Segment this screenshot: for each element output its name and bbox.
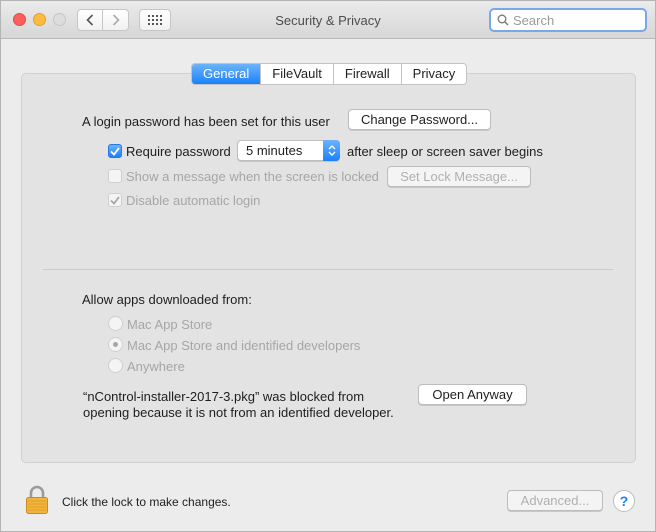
- section-divider: [43, 269, 613, 270]
- radio-identified-developers[interactable]: [108, 337, 123, 352]
- radio-anywhere[interactable]: [108, 358, 123, 373]
- blocked-app-message-line2: opening because it is not from an identi…: [83, 405, 394, 420]
- select-stepper: [323, 140, 340, 161]
- help-button[interactable]: ?: [613, 490, 635, 512]
- search-input[interactable]: [513, 12, 643, 28]
- disable-auto-login-label: Disable automatic login: [126, 193, 261, 208]
- lock-icon: [26, 485, 48, 514]
- change-password-button[interactable]: Change Password...: [348, 109, 491, 130]
- lock-hint-text: Click the lock to make changes.: [62, 495, 231, 509]
- show-message-label: Show a message when the screen is locked: [126, 169, 379, 184]
- preferences-window: Security & Privacy General FileVault Fir…: [0, 0, 656, 532]
- search-icon: [497, 14, 509, 26]
- show-message-checkbox[interactable]: [108, 169, 122, 183]
- checkmark-icon: [110, 195, 120, 205]
- advanced-button[interactable]: Advanced...: [507, 490, 603, 511]
- radio-mac-app-store[interactable]: [108, 316, 123, 331]
- tab-firewall[interactable]: Firewall: [332, 64, 401, 84]
- open-anyway-button[interactable]: Open Anyway: [418, 384, 527, 405]
- blocked-app-message-line1: “nControl-installer-2017-3.pkg” was bloc…: [83, 389, 365, 404]
- radio-mac-app-store-label: Mac App Store: [127, 317, 213, 332]
- require-password-suffix: after sleep or screen saver begins: [347, 144, 543, 159]
- checkmark-icon: [110, 146, 120, 156]
- require-password-checkbox[interactable]: [108, 144, 122, 158]
- lock-button[interactable]: [25, 485, 49, 518]
- radio-selected-dot: [113, 342, 118, 347]
- set-lock-message-button[interactable]: Set Lock Message...: [387, 166, 531, 187]
- tab-bar: General FileVault Firewall Privacy: [191, 63, 468, 85]
- require-password-label: Require password: [126, 144, 231, 159]
- require-password-delay-value: 5 minutes: [246, 143, 303, 158]
- radio-anywhere-label: Anywhere: [127, 359, 185, 374]
- search-field[interactable]: [489, 8, 647, 32]
- tab-filevault[interactable]: FileVault: [260, 64, 333, 84]
- disable-auto-login-checkbox[interactable]: [108, 193, 122, 207]
- tab-general[interactable]: General: [192, 64, 261, 84]
- tab-privacy[interactable]: Privacy: [400, 64, 467, 84]
- radio-identified-developers-label: Mac App Store and identified developers: [127, 338, 361, 353]
- title-bar: Security & Privacy: [1, 1, 655, 39]
- allow-apps-heading: Allow apps downloaded from:: [82, 292, 252, 307]
- updown-arrows-icon: [328, 145, 335, 156]
- require-password-delay-select[interactable]: 5 minutes: [237, 140, 340, 161]
- login-password-text: A login password has been set for this u…: [82, 114, 330, 129]
